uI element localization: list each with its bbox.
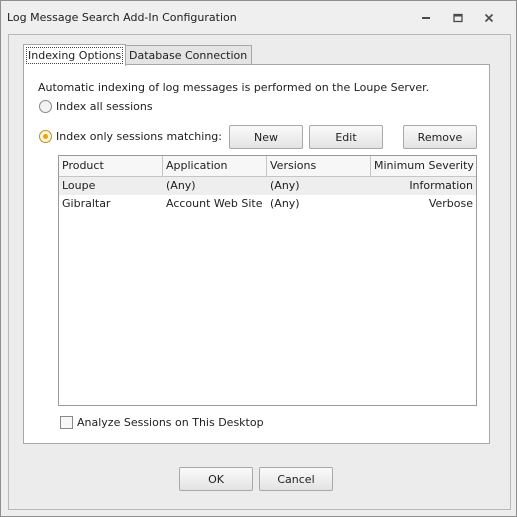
close-icon (484, 13, 494, 23)
indexing-description: Automatic indexing of log messages is pe… (38, 81, 430, 94)
analyze-sessions-label[interactable]: Analyze Sessions on This Desktop (77, 416, 264, 429)
edit-button-label: Edit (335, 130, 357, 144)
cancel-button-label: Cancel (277, 472, 315, 486)
title-bar[interactable]: Log Message Search Add-In Configuration (1, 1, 516, 34)
ok-button-label: OK (208, 472, 224, 486)
index-matching-radio[interactable] (39, 130, 52, 143)
grid-header: Product Application Versions Minimum Sev… (59, 156, 476, 177)
indexing-options-panel: Automatic indexing of log messages is pe… (23, 64, 490, 444)
cell-severity: Information (409, 179, 473, 192)
column-header-minimum-severity[interactable]: Minimum Severity (371, 156, 475, 176)
index-matching-label[interactable]: Index only sessions matching: (56, 130, 222, 143)
close-button[interactable] (478, 10, 500, 26)
new-button-label: New (254, 130, 278, 144)
cancel-button[interactable]: Cancel (259, 467, 333, 491)
new-button[interactable]: New (229, 125, 303, 149)
remove-button[interactable]: Remove (403, 125, 477, 149)
cell-versions: (Any) (270, 197, 300, 210)
analyze-sessions-checkbox[interactable] (60, 416, 73, 429)
config-dialog: Log Message Search Add-In Configuration … (0, 0, 517, 517)
minimize-icon (422, 17, 430, 19)
cell-severity: Verbose (428, 197, 473, 210)
restore-icon (453, 13, 463, 23)
cell-application: (Any) (166, 179, 196, 192)
remove-button-label: Remove (417, 130, 463, 144)
index-all-radio[interactable] (39, 100, 52, 113)
edit-button[interactable]: Edit (309, 125, 383, 149)
dialog-body: Indexing Options Database Connection Aut… (8, 34, 511, 510)
table-row[interactable]: Gibraltar Account Web Site (Any) Verbose (59, 195, 476, 213)
cell-product: Loupe (62, 179, 96, 192)
table-row[interactable]: Loupe (Any) (Any) Information (59, 177, 476, 195)
tab-label: Database Connection (129, 49, 248, 62)
tab-label: Indexing Options (25, 47, 124, 64)
tab-indexing-options[interactable]: Indexing Options (23, 44, 127, 66)
cell-versions: (Any) (270, 179, 300, 192)
index-all-label[interactable]: Index all sessions (56, 100, 153, 113)
minimize-button[interactable] (415, 10, 437, 26)
column-header-product[interactable]: Product (59, 156, 163, 176)
cell-product: Gibraltar (62, 197, 111, 210)
column-header-application[interactable]: Application (163, 156, 267, 176)
ok-button[interactable]: OK (179, 467, 253, 491)
restore-button[interactable] (447, 10, 469, 26)
window-title: Log Message Search Add-In Configuration (7, 11, 237, 24)
column-header-versions[interactable]: Versions (267, 156, 371, 176)
session-filter-grid[interactable]: Product Application Versions Minimum Sev… (58, 155, 477, 406)
tab-database-connection[interactable]: Database Connection (124, 45, 253, 65)
cell-application: Account Web Site (166, 197, 263, 210)
